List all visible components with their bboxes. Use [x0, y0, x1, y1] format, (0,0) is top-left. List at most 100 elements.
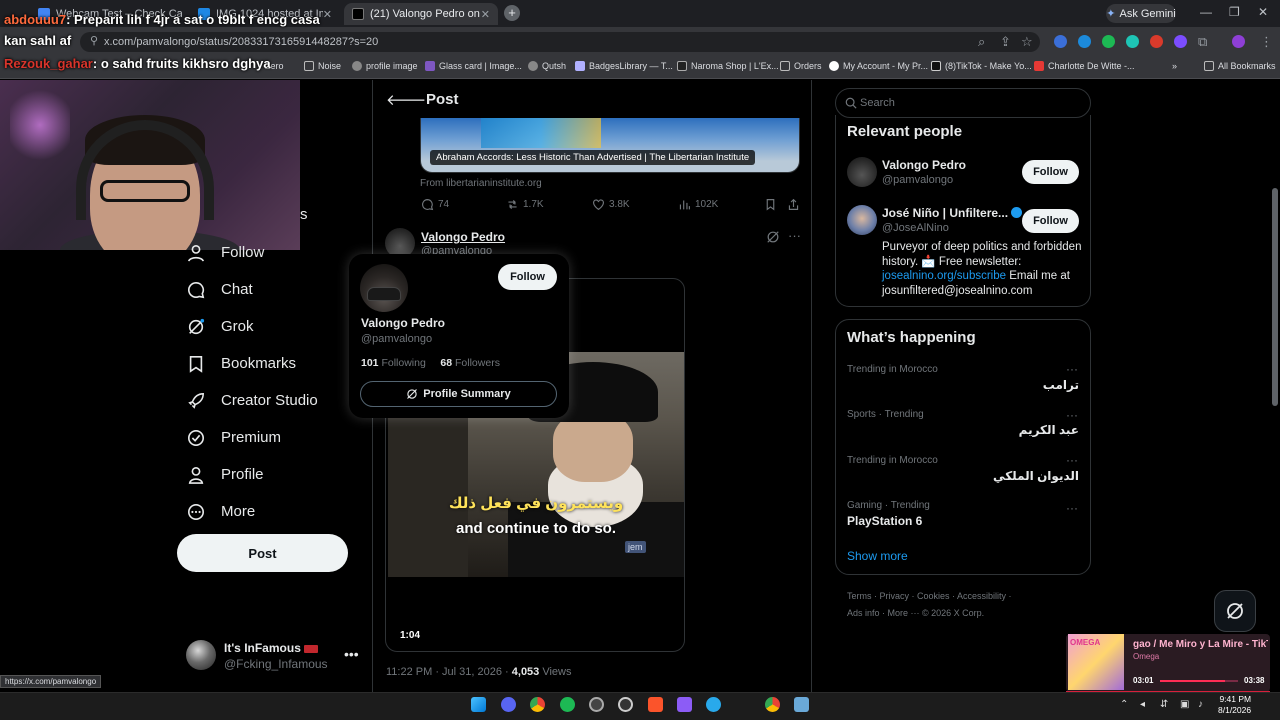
- hovercard-avatar[interactable]: [360, 264, 408, 312]
- link-card-source[interactable]: From libertarianinstitute.org: [420, 178, 542, 189]
- nav-more[interactable]: More: [186, 502, 255, 521]
- zoom-icon[interactable]: ⌕: [978, 34, 985, 50]
- extension-icon[interactable]: [1150, 35, 1163, 48]
- chrome-profile-icon[interactable]: [765, 697, 780, 712]
- followers-link[interactable]: 68 Followers: [440, 357, 500, 369]
- bookmark-button[interactable]: [764, 198, 777, 211]
- tray-icon[interactable]: ◂: [1140, 699, 1145, 710]
- spotify-icon[interactable]: [560, 697, 575, 712]
- bookmark-star-icon[interactable]: ☆: [1021, 34, 1033, 50]
- tray-icon[interactable]: ⇵: [1160, 699, 1168, 710]
- repost-button[interactable]: 1.7K: [506, 198, 544, 211]
- following-link[interactable]: 101 Following: [361, 357, 426, 369]
- back-arrow-icon[interactable]: 🡐: [386, 90, 426, 109]
- bookmark-item[interactable]: Naroma Shop | L'Ex...: [677, 61, 779, 71]
- bookmark-item[interactable]: Glass card | Image...: [425, 61, 522, 71]
- brave-icon[interactable]: [648, 697, 663, 712]
- extension-icon[interactable]: [1078, 35, 1091, 48]
- person-avatar[interactable]: [847, 157, 877, 187]
- bookmark-item[interactable]: Charlotte De Witte -...: [1034, 61, 1135, 71]
- bookmark-item[interactable]: profile image: [352, 61, 418, 71]
- reply-button[interactable]: 74: [421, 198, 449, 211]
- trend-more-icon[interactable]: ···: [1066, 453, 1078, 467]
- extension-icon[interactable]: [1102, 35, 1115, 48]
- extensions-puzzle-icon[interactable]: ⧉: [1198, 34, 1207, 50]
- trend-topic[interactable]: الديوان الملكي: [993, 469, 1079, 483]
- grok-floating-button[interactable]: [1214, 590, 1256, 632]
- bookmark-item[interactable]: Noise: [304, 61, 341, 71]
- nav-chat[interactable]: Chat: [186, 280, 253, 299]
- nav-follow[interactable]: Follow: [186, 243, 264, 262]
- close-window-icon[interactable]: ✕: [1258, 5, 1268, 19]
- nav-premium[interactable]: Premium: [186, 428, 281, 447]
- follow-button[interactable]: Follow: [1022, 209, 1079, 233]
- footer-links[interactable]: Ads info · More ··· © 2026 X Corp.: [847, 608, 984, 618]
- close-tab-icon[interactable]: ✕: [481, 8, 490, 21]
- views-button[interactable]: 102K: [678, 198, 718, 211]
- ask-gemini-button[interactable]: ✦ Ask Gemini: [1106, 4, 1176, 23]
- account-avatar[interactable]: [186, 640, 216, 670]
- trend-topic[interactable]: عبد الكريم: [1019, 423, 1079, 437]
- footer-links[interactable]: Terms · Privacy · Cookies · Accessibilit…: [847, 591, 1012, 601]
- nav-grok[interactable]: Grok: [186, 317, 254, 336]
- close-tab-icon[interactable]: ✕: [323, 8, 332, 21]
- tab-x-post[interactable]: (21) Valongo Pedro on X: "@Jo ✕: [344, 3, 498, 25]
- telegram-icon[interactable]: [706, 697, 721, 712]
- address-bar[interactable]: x.com/pamvalongo/status/2083317316591448…: [80, 32, 1040, 52]
- grok-icon[interactable]: [766, 230, 780, 244]
- show-more-link[interactable]: Show more: [847, 549, 908, 563]
- bookmark-item[interactable]: (8)TikTok - Make Yo...: [931, 61, 1032, 71]
- new-tab-button[interactable]: +: [504, 5, 520, 21]
- maximize-icon[interactable]: ❐: [1229, 5, 1240, 19]
- taskbar-clock[interactable]: 9:41 PM 8/1/2026: [1218, 694, 1251, 716]
- follow-button[interactable]: Follow: [1022, 160, 1079, 184]
- tweet-author-name[interactable]: Valongo Pedro: [421, 230, 505, 244]
- bookmark-item[interactable]: BadgesLibrary — T...: [575, 61, 673, 71]
- person-handle[interactable]: @JoseAlNino: [882, 222, 949, 234]
- network-icon[interactable]: ▣: [1180, 699, 1189, 710]
- app-icon[interactable]: [618, 697, 633, 712]
- windows-start-icon[interactable]: [471, 697, 486, 712]
- app-icon[interactable]: [794, 697, 809, 712]
- profile-avatar-icon[interactable]: [1232, 35, 1245, 48]
- trend-more-icon[interactable]: ···: [1066, 501, 1078, 515]
- bookmark-item[interactable]: My Account - My Pr...: [829, 61, 928, 71]
- extension-icon[interactable]: [1054, 35, 1067, 48]
- newsletter-link[interactable]: josealnino.org/subscribe: [882, 270, 1006, 282]
- track-progress[interactable]: [1160, 680, 1238, 682]
- person-name[interactable]: José Niño | Unfiltere...: [882, 206, 1023, 220]
- like-button[interactable]: 3.8K: [592, 198, 630, 211]
- profile-summary-button[interactable]: Profile Summary: [360, 381, 557, 407]
- obs-icon[interactable]: [589, 697, 604, 712]
- hovercard-handle[interactable]: @pamvalongo: [361, 333, 432, 345]
- bookmark-item[interactable]: Qutsh: [528, 61, 566, 71]
- browser-menu-icon[interactable]: ⋮: [1260, 34, 1273, 50]
- tweet-more-icon[interactable]: ···: [788, 228, 801, 243]
- extension-icon[interactable]: [1174, 35, 1187, 48]
- page-scrollbar[interactable]: [1272, 188, 1278, 406]
- hovercard-follow-button[interactable]: Follow: [498, 264, 557, 290]
- trend-more-icon[interactable]: ···: [1066, 408, 1078, 422]
- person-avatar[interactable]: [847, 205, 877, 235]
- post-button[interactable]: Post: [177, 534, 348, 572]
- hovercard-name[interactable]: Valongo Pedro: [361, 316, 445, 330]
- trend-topic[interactable]: PlayStation 6: [847, 514, 922, 528]
- nav-bookmarks[interactable]: Bookmarks: [186, 354, 296, 373]
- trend-more-icon[interactable]: ···: [1066, 362, 1078, 376]
- person-name[interactable]: Valongo Pedro: [882, 158, 966, 172]
- account-name[interactable]: It's InFamous: [224, 641, 318, 655]
- search-input[interactable]: Search: [835, 88, 1091, 118]
- tray-icon[interactable]: ⌃: [1120, 699, 1128, 710]
- app-icon[interactable]: [677, 697, 692, 712]
- site-info-icon[interactable]: ⚲: [90, 34, 98, 47]
- minimize-icon[interactable]: —: [1200, 5, 1212, 19]
- discord-icon[interactable]: [501, 697, 516, 712]
- person-handle[interactable]: @pamvalongo: [882, 174, 953, 186]
- share-button[interactable]: [787, 198, 800, 211]
- extension-icon[interactable]: [1126, 35, 1139, 48]
- nav-creator-studio[interactable]: Creator Studio: [186, 391, 318, 410]
- bookmarks-overflow-icon[interactable]: »: [1172, 61, 1177, 71]
- link-card-title[interactable]: Abraham Accords: Less Historic Than Adve…: [430, 150, 756, 165]
- bookmark-item[interactable]: Orders: [780, 61, 822, 71]
- account-more-icon[interactable]: •••: [344, 646, 359, 662]
